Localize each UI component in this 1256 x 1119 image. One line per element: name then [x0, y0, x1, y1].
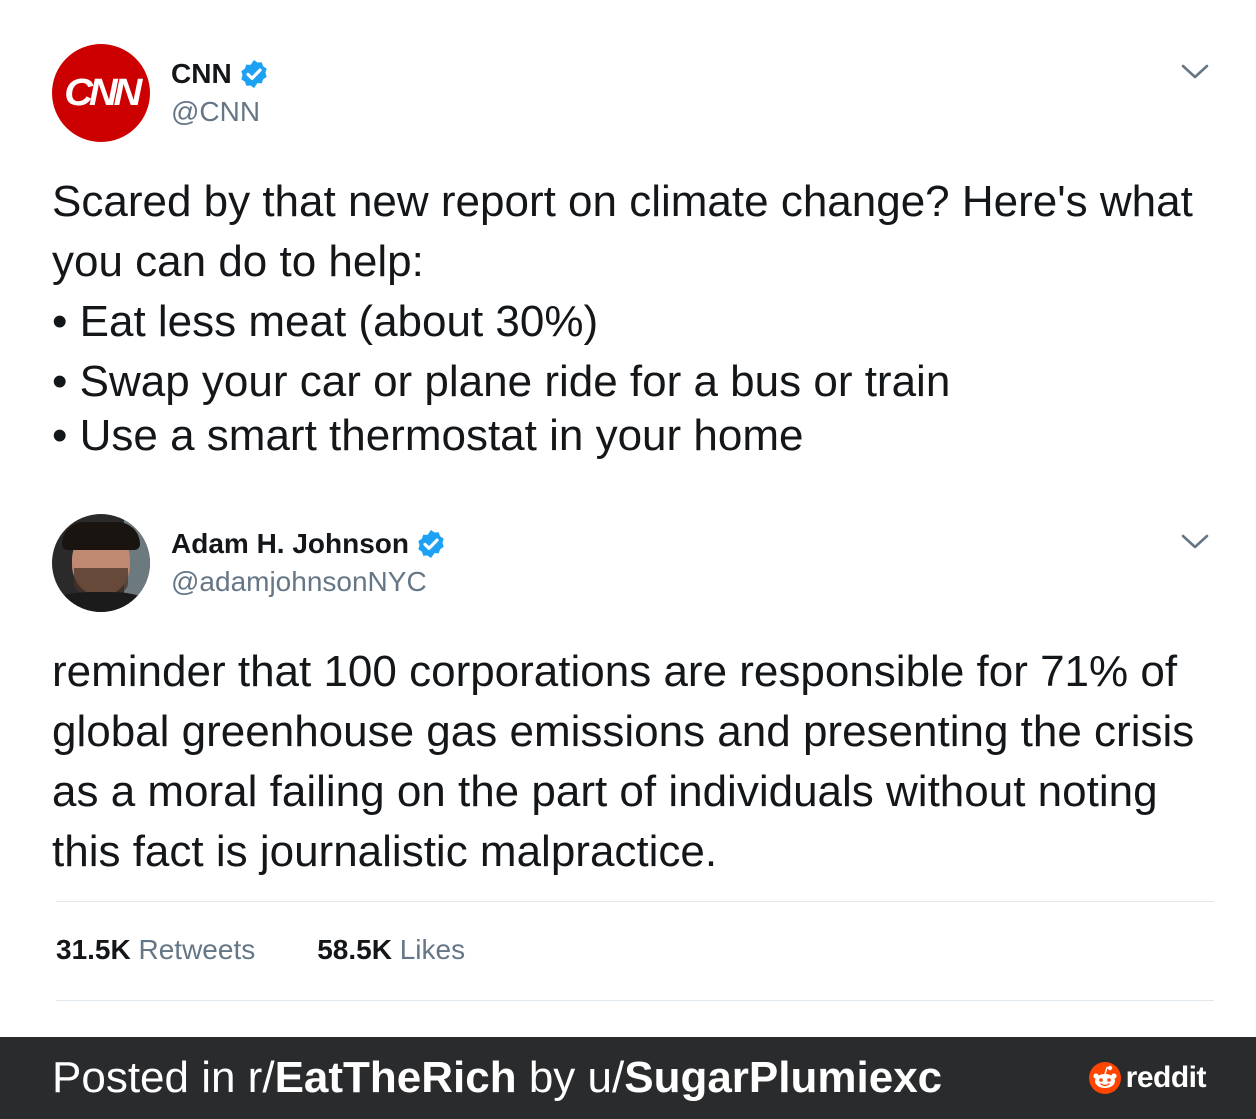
tweet-text-line: Scared by that new report on climate cha… — [52, 177, 1193, 226]
reddit-snoo-icon — [1088, 1062, 1121, 1094]
posted-in-caption: Posted in r/EatTheRich by u/SugarPlumiex… — [52, 1053, 942, 1103]
tweet-text-line: you can do to help: — [52, 237, 424, 286]
chevron-down-icon[interactable] — [1180, 62, 1210, 82]
reddit-footer-bar: Posted in r/EatTheRich by u/SugarPlumiex… — [0, 1037, 1256, 1119]
posted-in-prefix: Posted in r/ — [52, 1053, 275, 1102]
adam-avatar[interactable] — [52, 514, 150, 612]
likes-label: Likes — [399, 934, 466, 965]
reddit-logo: reddit — [1088, 1061, 1207, 1095]
tweet-text-line: reminder that 100 corporations are respo… — [52, 647, 1178, 696]
cnn-tweet-header: CNN CNN @CNN — [52, 44, 270, 142]
tweet-text-line: this fact is journalistic malpractice. — [52, 827, 718, 876]
verified-badge-icon — [241, 60, 267, 88]
cnn-logo: CNN — [64, 71, 142, 114]
reddit-wordmark: reddit — [1125, 1061, 1207, 1094]
adam-author-names: Adam H. Johnson @adamjohnsonNYC — [171, 528, 447, 598]
avatar-shirt — [52, 592, 150, 612]
cnn-display-name[interactable]: CNN — [171, 58, 232, 90]
cnn-tweet-text: Scared by that new report on climate cha… — [52, 172, 1193, 466]
tweet-bullet-item: • Eat less meat (about 30%) — [52, 297, 599, 346]
retweets-stat[interactable]: 31.5K Retweets — [56, 934, 255, 966]
cnn-handle[interactable]: @CNN — [171, 96, 270, 128]
verified-badge-icon — [418, 530, 444, 558]
divider — [56, 901, 1214, 902]
tweet-bullet-item: • Swap your car or plane ride for a bus … — [52, 357, 951, 406]
posted-by-text: by u/ — [516, 1053, 625, 1102]
retweets-label: Retweets — [138, 934, 256, 965]
cnn-author-names: CNN @CNN — [171, 58, 270, 128]
adam-name-row: Adam H. Johnson — [171, 528, 447, 560]
adam-display-name[interactable]: Adam H. Johnson — [171, 528, 409, 560]
tweet-stats: 31.5K Retweets 58.5K Likes — [56, 934, 527, 966]
tweet-text-line: global greenhouse gas emissions and pres… — [52, 707, 1195, 756]
tweet-bullet-item: • Use a smart thermostat in your home — [52, 411, 804, 460]
likes-stat[interactable]: 58.5K Likes — [317, 934, 465, 966]
username-link[interactable]: SugarPlumiexc — [624, 1053, 942, 1102]
likes-count: 58.5K — [317, 934, 392, 965]
divider — [56, 1000, 1214, 1001]
retweets-count: 31.5K — [56, 934, 131, 965]
adam-handle[interactable]: @adamjohnsonNYC — [171, 566, 447, 598]
cnn-avatar[interactable]: CNN — [52, 44, 150, 142]
adam-tweet-header: Adam H. Johnson @adamjohnsonNYC — [52, 514, 447, 612]
tweet-text-line: as a moral failing on the part of indivi… — [52, 767, 1158, 816]
subreddit-link[interactable]: EatTheRich — [275, 1053, 517, 1102]
avatar-hair — [62, 522, 140, 550]
cnn-name-row: CNN — [171, 58, 270, 90]
adam-tweet-text: reminder that 100 corporations are respo… — [52, 642, 1194, 882]
chevron-down-icon[interactable] — [1180, 532, 1210, 552]
